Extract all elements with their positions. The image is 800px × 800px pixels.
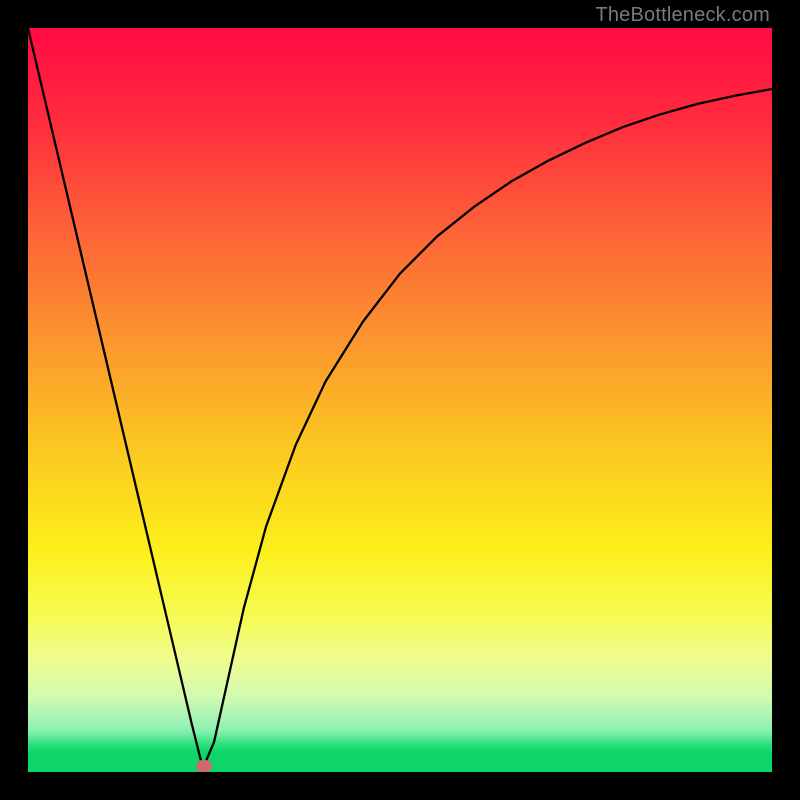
- optimal-point-marker: [196, 760, 212, 772]
- bottleneck-curve: [28, 28, 772, 772]
- watermark-text: TheBottleneck.com: [595, 4, 770, 27]
- chart-frame: TheBottleneck.com: [0, 0, 800, 800]
- plot-area: [28, 28, 772, 772]
